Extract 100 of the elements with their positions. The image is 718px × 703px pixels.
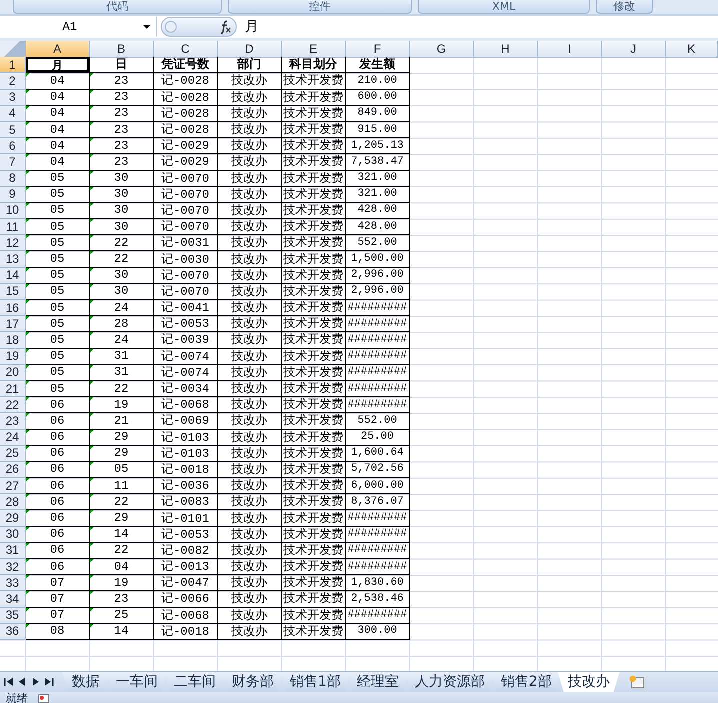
table-cell: 技改办 [218,202,282,220]
column-header[interactable]: K [666,41,718,58]
table-cell: 技术开发费 [282,510,346,527]
table-cell: 23 [90,138,154,154]
row-header[interactable]: 36 [0,624,26,640]
table-cell: 技术开发费 [282,316,346,332]
sheet-tab[interactable]: 人力资源部 [404,672,495,692]
table-cell: 06 [26,526,90,543]
table-cell: 记-0013 [154,559,218,576]
sheet-tab[interactable]: 技改办 [558,672,620,692]
table-cell: 05 [90,462,154,478]
ribbon-button[interactable]: 代码 [13,0,222,14]
row-header[interactable]: 3 [0,90,26,106]
table-cell: 记-0047 [154,575,218,592]
name-box[interactable]: A1 [0,17,157,37]
table-cell: 428.00 [346,202,410,220]
sheet-tab[interactable]: 二车间 [164,672,226,692]
sheet-tab[interactable]: 财务部 [222,672,284,692]
column-header[interactable]: H [474,41,538,58]
next-sheet-icon[interactable] [30,677,41,687]
row-header[interactable]: 29 [0,510,26,527]
column-header[interactable]: A [26,41,90,58]
new-sheet-icon[interactable] [628,675,646,689]
previous-sheet-icon[interactable] [17,677,28,687]
column-header[interactable]: E [282,41,346,58]
row-header[interactable]: 24 [0,430,26,446]
status-text: 就绪 [6,693,28,703]
row-header[interactable]: 18 [0,332,26,349]
column-header[interactable]: B [90,41,154,58]
table-cell: ######### [346,316,410,332]
row-header[interactable]: 31 [0,542,26,559]
row-header[interactable]: 22 [0,397,26,414]
row-header[interactable]: 16 [0,300,26,316]
first-sheet-icon[interactable] [4,677,15,687]
row-header[interactable]: 15 [0,284,26,300]
table-cell: 29 [90,446,154,462]
macro-record-icon[interactable] [38,694,50,703]
table-cell: 05 [26,380,90,398]
row-header[interactable]: 11 [0,219,26,236]
row-header[interactable]: 2 [0,73,26,90]
column-header[interactable]: F [346,41,410,58]
row-header[interactable]: 33 [0,575,26,592]
column-header[interactable]: G [410,41,474,58]
sheet-tab[interactable]: 销售2部 [490,672,562,692]
row-header[interactable]: 26 [0,462,26,478]
ribbon-button[interactable]: XML [418,0,590,14]
row-header[interactable]: 34 [0,591,26,608]
column-header[interactable]: C [154,41,218,58]
table-cell: 技改办 [218,575,282,592]
formula-text[interactable]: 月 [245,18,259,36]
row-header[interactable]: 6 [0,138,26,154]
resize-handle[interactable] [165,21,177,33]
row-header[interactable]: 35 [0,608,26,624]
row-header[interactable]: 28 [0,494,26,510]
row-header[interactable]: 17 [0,316,26,332]
row-header[interactable]: 9 [0,186,26,203]
row-header[interactable]: 27 [0,478,26,494]
row-header[interactable]: 32 [0,559,26,576]
table-cell: ######### [346,364,410,381]
column-header[interactable]: D [218,41,282,58]
row-header[interactable]: 25 [0,446,26,462]
sheet-tab[interactable]: 数据 [62,672,110,692]
ribbon-button[interactable]: 控件 [228,0,412,14]
table-cell: 技改办 [218,510,282,527]
table-cell: 21 [90,413,154,430]
row-header[interactable]: 8 [0,170,26,187]
column-header[interactable]: J [602,41,666,58]
sheet-tab[interactable]: 一车间 [106,672,168,692]
last-sheet-icon[interactable] [43,677,54,687]
table-cell: 321.00 [346,170,410,187]
row-header[interactable]: 4 [0,106,26,122]
table-cell: 05 [26,235,90,252]
table-cell: 06 [26,430,90,446]
row-header[interactable]: 20 [0,364,26,381]
row-header[interactable]: 21 [0,380,26,398]
table-cell: 04 [26,122,90,138]
ribbon-button[interactable]: 修改 [596,0,653,14]
sheet-tab[interactable]: 经理室 [346,672,409,692]
table-cell: 06 [26,413,90,430]
function-icon[interactable] [218,20,232,34]
row-header[interactable]: 30 [0,526,26,543]
table-cell: ######### [346,510,410,527]
row-header[interactable]: 12 [0,235,26,252]
row-header[interactable]: 5 [0,122,26,138]
row-header[interactable]: 13 [0,251,26,268]
column-header[interactable]: I [538,41,602,58]
row-header[interactable]: 1 [0,57,26,74]
row-header[interactable]: 14 [0,268,26,284]
table-cell: 记-0031 [154,235,218,252]
row-header[interactable]: 23 [0,413,26,430]
table-cell: 6,000.00 [346,478,410,494]
row-header[interactable]: 10 [0,202,26,220]
table-cell: 915.00 [346,122,410,138]
row-header[interactable]: 19 [0,348,26,365]
sheet-tab[interactable]: 销售1部 [280,672,351,692]
table-cell: 28 [90,316,154,332]
table-cell: 23 [90,591,154,608]
row-header[interactable]: 7 [0,154,26,170]
table-cell: 技术开发费 [282,559,346,576]
column-heading: 部门 [218,57,282,74]
